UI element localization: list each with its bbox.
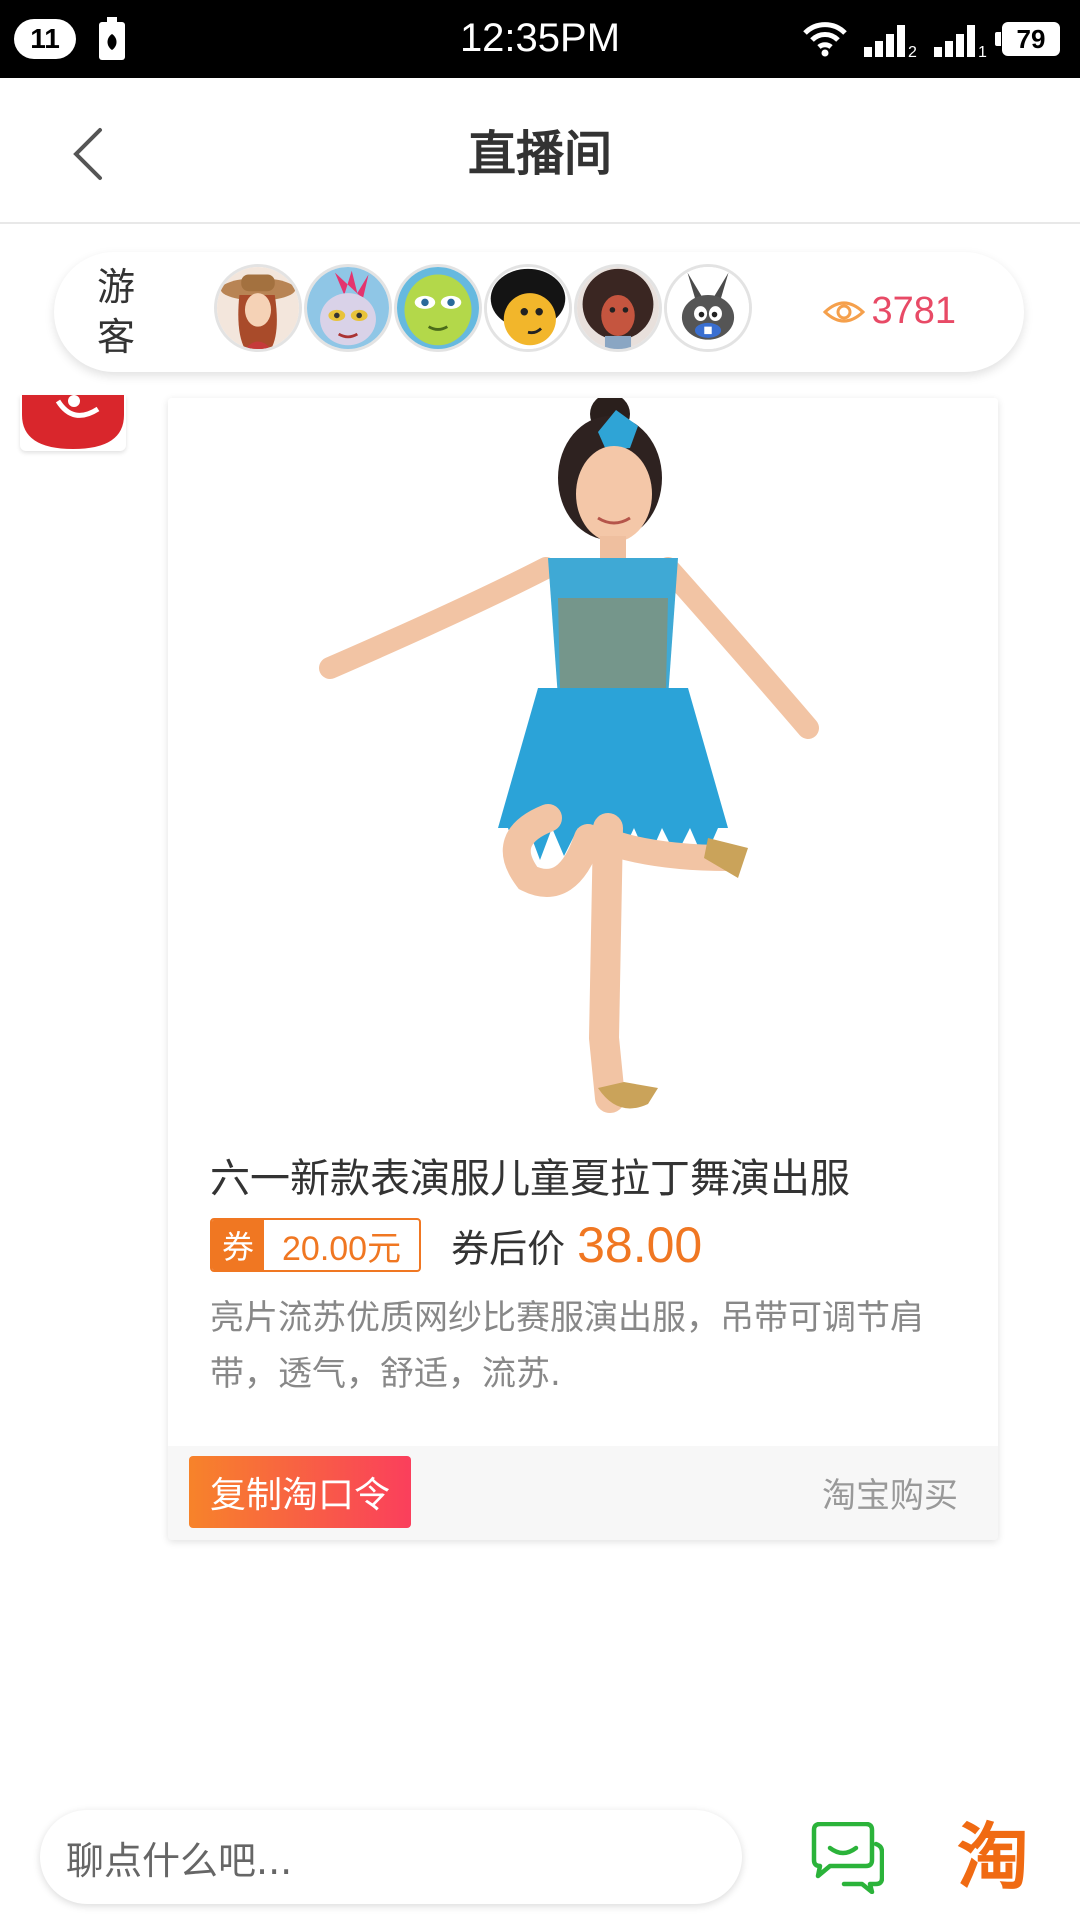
after-coupon-price: 38.00 <box>577 1217 703 1273</box>
after-coupon-label: 券后价 <box>451 1226 566 1271</box>
avatar[interactable] <box>304 264 392 352</box>
avatar[interactable] <box>394 264 482 352</box>
coupon-badge[interactable]: 券 20.00元 <box>210 1218 422 1272</box>
price-row: 券 20.00元 券后价 38.00 <box>210 1217 703 1273</box>
viewer-count-value: 3781 <box>871 290 956 332</box>
viewer-bar: 游客 3781 <box>54 252 1024 372</box>
sim2-label: 1 <box>978 44 987 59</box>
viewer-avatars <box>214 264 752 352</box>
sim1-label: 2 <box>908 44 917 59</box>
afro-avatar-icon <box>577 267 659 349</box>
product-description: 亮片流苏优质网纱比赛服演出服，吊带可调节肩带，透气，舒适，流苏. <box>210 1298 924 1394</box>
taobao-icon[interactable]: 淘 <box>948 1812 1038 1902</box>
avatar[interactable] <box>214 264 302 352</box>
battery-icon: 79 <box>995 22 1060 56</box>
card-footer: 复制淘口令 淘宝购买 <box>168 1446 998 1540</box>
rabbit-avatar-icon <box>667 267 749 349</box>
cowgirl-avatar-icon <box>217 267 299 349</box>
host-logo-icon <box>22 395 124 449</box>
eye-icon <box>823 301 866 322</box>
product-image[interactable] <box>168 398 998 1132</box>
viewer-count: 3781 <box>823 290 956 333</box>
product-card[interactable]: 六一新款表演服儿童夏拉丁舞演出服 券 20.00元 券后价 38.00 亮片流苏… <box>168 398 998 1540</box>
green-alien-avatar-icon <box>397 267 479 349</box>
product-title: 六一新款表演服儿童夏拉丁舞演出服 <box>210 1156 850 1202</box>
host-avatar[interactable] <box>20 395 126 451</box>
cartoon-boy-avatar-icon <box>487 267 569 349</box>
punk-avatar-icon <box>307 267 389 349</box>
status-bar: 11 12:35PM 2 1 79 <box>0 0 1080 78</box>
avatar[interactable] <box>664 264 752 352</box>
guest-label: 游客 <box>96 265 135 359</box>
copy-taokouling-button[interactable]: 复制淘口令 <box>189 1456 411 1528</box>
page-title: 直播间 <box>467 126 612 182</box>
wifi-icon <box>803 22 847 57</box>
chat-input[interactable]: 聊点什么吧... <box>40 1810 742 1904</box>
coupon-value: 20.00元 <box>282 1229 402 1268</box>
signal-sim1-icon: 2 <box>864 25 917 59</box>
signal-sim2-icon: 1 <box>934 25 987 59</box>
coupon-tag: 券 <box>212 1220 264 1270</box>
taobao-buy-link[interactable]: 淘宝购买 <box>822 1468 958 1517</box>
avatar[interactable] <box>484 264 572 352</box>
avatar[interactable] <box>574 264 662 352</box>
chat-bubbles-icon[interactable] <box>808 1822 884 1894</box>
app-header: 直播间 <box>0 78 1080 224</box>
